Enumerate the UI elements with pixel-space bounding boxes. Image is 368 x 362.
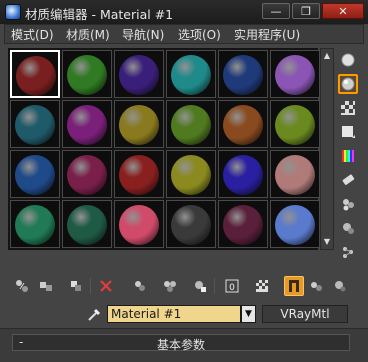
material-sphere bbox=[275, 205, 315, 245]
rollout-title: 基本参数 bbox=[156, 338, 205, 352]
menu-material[interactable]: 材质(M) bbox=[66, 26, 110, 43]
sample-slot[interactable] bbox=[218, 200, 268, 248]
window-title: 材质编辑器 - Material #1 bbox=[25, 7, 174, 22]
material-sphere bbox=[223, 155, 263, 195]
material-name-field[interactable]: Material #1 bbox=[107, 305, 241, 323]
navigator-icon[interactable] bbox=[338, 242, 358, 262]
sample-slot[interactable] bbox=[218, 150, 268, 198]
close-button[interactable]: ✕ bbox=[322, 3, 364, 19]
show-map-icon[interactable] bbox=[252, 276, 272, 296]
svg-text:0: 0 bbox=[229, 283, 235, 293]
material-sphere bbox=[171, 155, 211, 195]
uv-tiling-icon[interactable] bbox=[338, 122, 358, 142]
material-sphere bbox=[223, 205, 263, 245]
material-sphere bbox=[119, 155, 159, 195]
material-sphere bbox=[67, 205, 107, 245]
material-sphere bbox=[67, 155, 107, 195]
sample-slot[interactable] bbox=[114, 200, 164, 248]
material-sphere bbox=[275, 105, 315, 145]
material-sphere bbox=[67, 55, 107, 95]
sample-slot[interactable] bbox=[166, 50, 216, 98]
menu-bar: 模式(D) 材质(M) 导航(N) 选项(O) 实用程序(U) bbox=[4, 24, 364, 44]
sample-slot[interactable] bbox=[166, 100, 216, 148]
go-forward-icon[interactable] bbox=[330, 276, 350, 296]
get-material-icon[interactable] bbox=[12, 276, 32, 296]
sample-slot[interactable] bbox=[62, 100, 112, 148]
material-sphere bbox=[275, 155, 315, 195]
make-unique-icon[interactable] bbox=[130, 276, 150, 296]
scroll-down-arrow[interactable]: ▼ bbox=[322, 237, 332, 247]
sample-slot[interactable] bbox=[10, 50, 60, 98]
material-sphere bbox=[171, 105, 211, 145]
material-sphere bbox=[275, 55, 315, 95]
video-check-icon[interactable] bbox=[338, 146, 358, 166]
material-sphere bbox=[15, 205, 55, 245]
background-icon[interactable] bbox=[338, 98, 358, 118]
toolbar-separator bbox=[90, 278, 91, 294]
sample-slot[interactable] bbox=[218, 50, 268, 98]
backlight-icon[interactable] bbox=[338, 74, 358, 94]
toolbar-separator bbox=[214, 278, 215, 294]
app-icon bbox=[5, 4, 21, 20]
restore-button[interactable]: ❐ bbox=[292, 3, 320, 19]
sample-slot[interactable] bbox=[270, 150, 320, 198]
sample-slot[interactable] bbox=[62, 200, 112, 248]
material-sphere bbox=[16, 56, 56, 96]
sample-slot[interactable] bbox=[114, 100, 164, 148]
sample-slot[interactable] bbox=[114, 150, 164, 198]
sample-slot[interactable] bbox=[10, 150, 60, 198]
material-sphere bbox=[119, 105, 159, 145]
material-sphere bbox=[67, 105, 107, 145]
menu-navigation[interactable]: 导航(N) bbox=[122, 26, 164, 43]
material-sphere bbox=[223, 55, 263, 95]
make-preview-icon[interactable] bbox=[338, 170, 358, 190]
select-by-material-icon[interactable] bbox=[338, 218, 358, 238]
reset-icon[interactable] bbox=[96, 276, 116, 296]
copy-material-icon[interactable] bbox=[160, 276, 180, 296]
put-to-library-icon[interactable] bbox=[190, 276, 210, 296]
title-bar[interactable]: 材质编辑器 - Material #1 — ❐ ✕ bbox=[0, 0, 368, 24]
scroll-up-arrow[interactable]: ▲ bbox=[322, 51, 332, 61]
basic-parameters-rollout[interactable]: - 基本参数 bbox=[12, 334, 350, 352]
minimize-button[interactable]: — bbox=[262, 3, 290, 19]
go-to-parent-icon[interactable] bbox=[306, 276, 326, 296]
sample-slot[interactable] bbox=[270, 200, 320, 248]
show-end-result-icon[interactable] bbox=[284, 276, 304, 296]
sample-slot[interactable] bbox=[62, 150, 112, 198]
sample-slot[interactable] bbox=[270, 50, 320, 98]
sample-slot[interactable] bbox=[218, 100, 268, 148]
sample-slot[interactable] bbox=[10, 200, 60, 248]
sample-type-icon[interactable] bbox=[338, 50, 358, 70]
material-sphere bbox=[15, 105, 55, 145]
sample-slot[interactable] bbox=[270, 100, 320, 148]
material-sphere bbox=[223, 105, 263, 145]
material-id-icon[interactable]: 0 bbox=[222, 276, 242, 296]
material-type-button[interactable]: VRayMtl bbox=[262, 305, 348, 323]
material-sphere bbox=[119, 205, 159, 245]
sample-slot[interactable] bbox=[166, 200, 216, 248]
put-to-scene-icon[interactable] bbox=[36, 276, 56, 296]
menu-options[interactable]: 选项(O) bbox=[178, 26, 221, 43]
menu-utilities[interactable]: 实用程序(U) bbox=[234, 26, 300, 43]
material-sphere bbox=[119, 55, 159, 95]
material-sphere bbox=[171, 205, 211, 245]
menu-mode[interactable]: 模式(D) bbox=[11, 26, 54, 43]
assign-to-selection-icon[interactable] bbox=[66, 276, 86, 296]
slot-scrollbar[interactable]: ▲ ▼ bbox=[320, 48, 334, 250]
sample-slot[interactable] bbox=[114, 50, 164, 98]
material-sphere bbox=[171, 55, 211, 95]
options-icon[interactable] bbox=[338, 194, 358, 214]
material-sphere bbox=[15, 155, 55, 195]
eyedropper-icon[interactable] bbox=[86, 305, 102, 323]
sample-slot-grid bbox=[8, 48, 320, 250]
sample-slot[interactable] bbox=[10, 100, 60, 148]
sample-slot[interactable] bbox=[62, 50, 112, 98]
sample-slot[interactable] bbox=[166, 150, 216, 198]
material-name-dropdown[interactable]: ▼ bbox=[241, 305, 256, 323]
